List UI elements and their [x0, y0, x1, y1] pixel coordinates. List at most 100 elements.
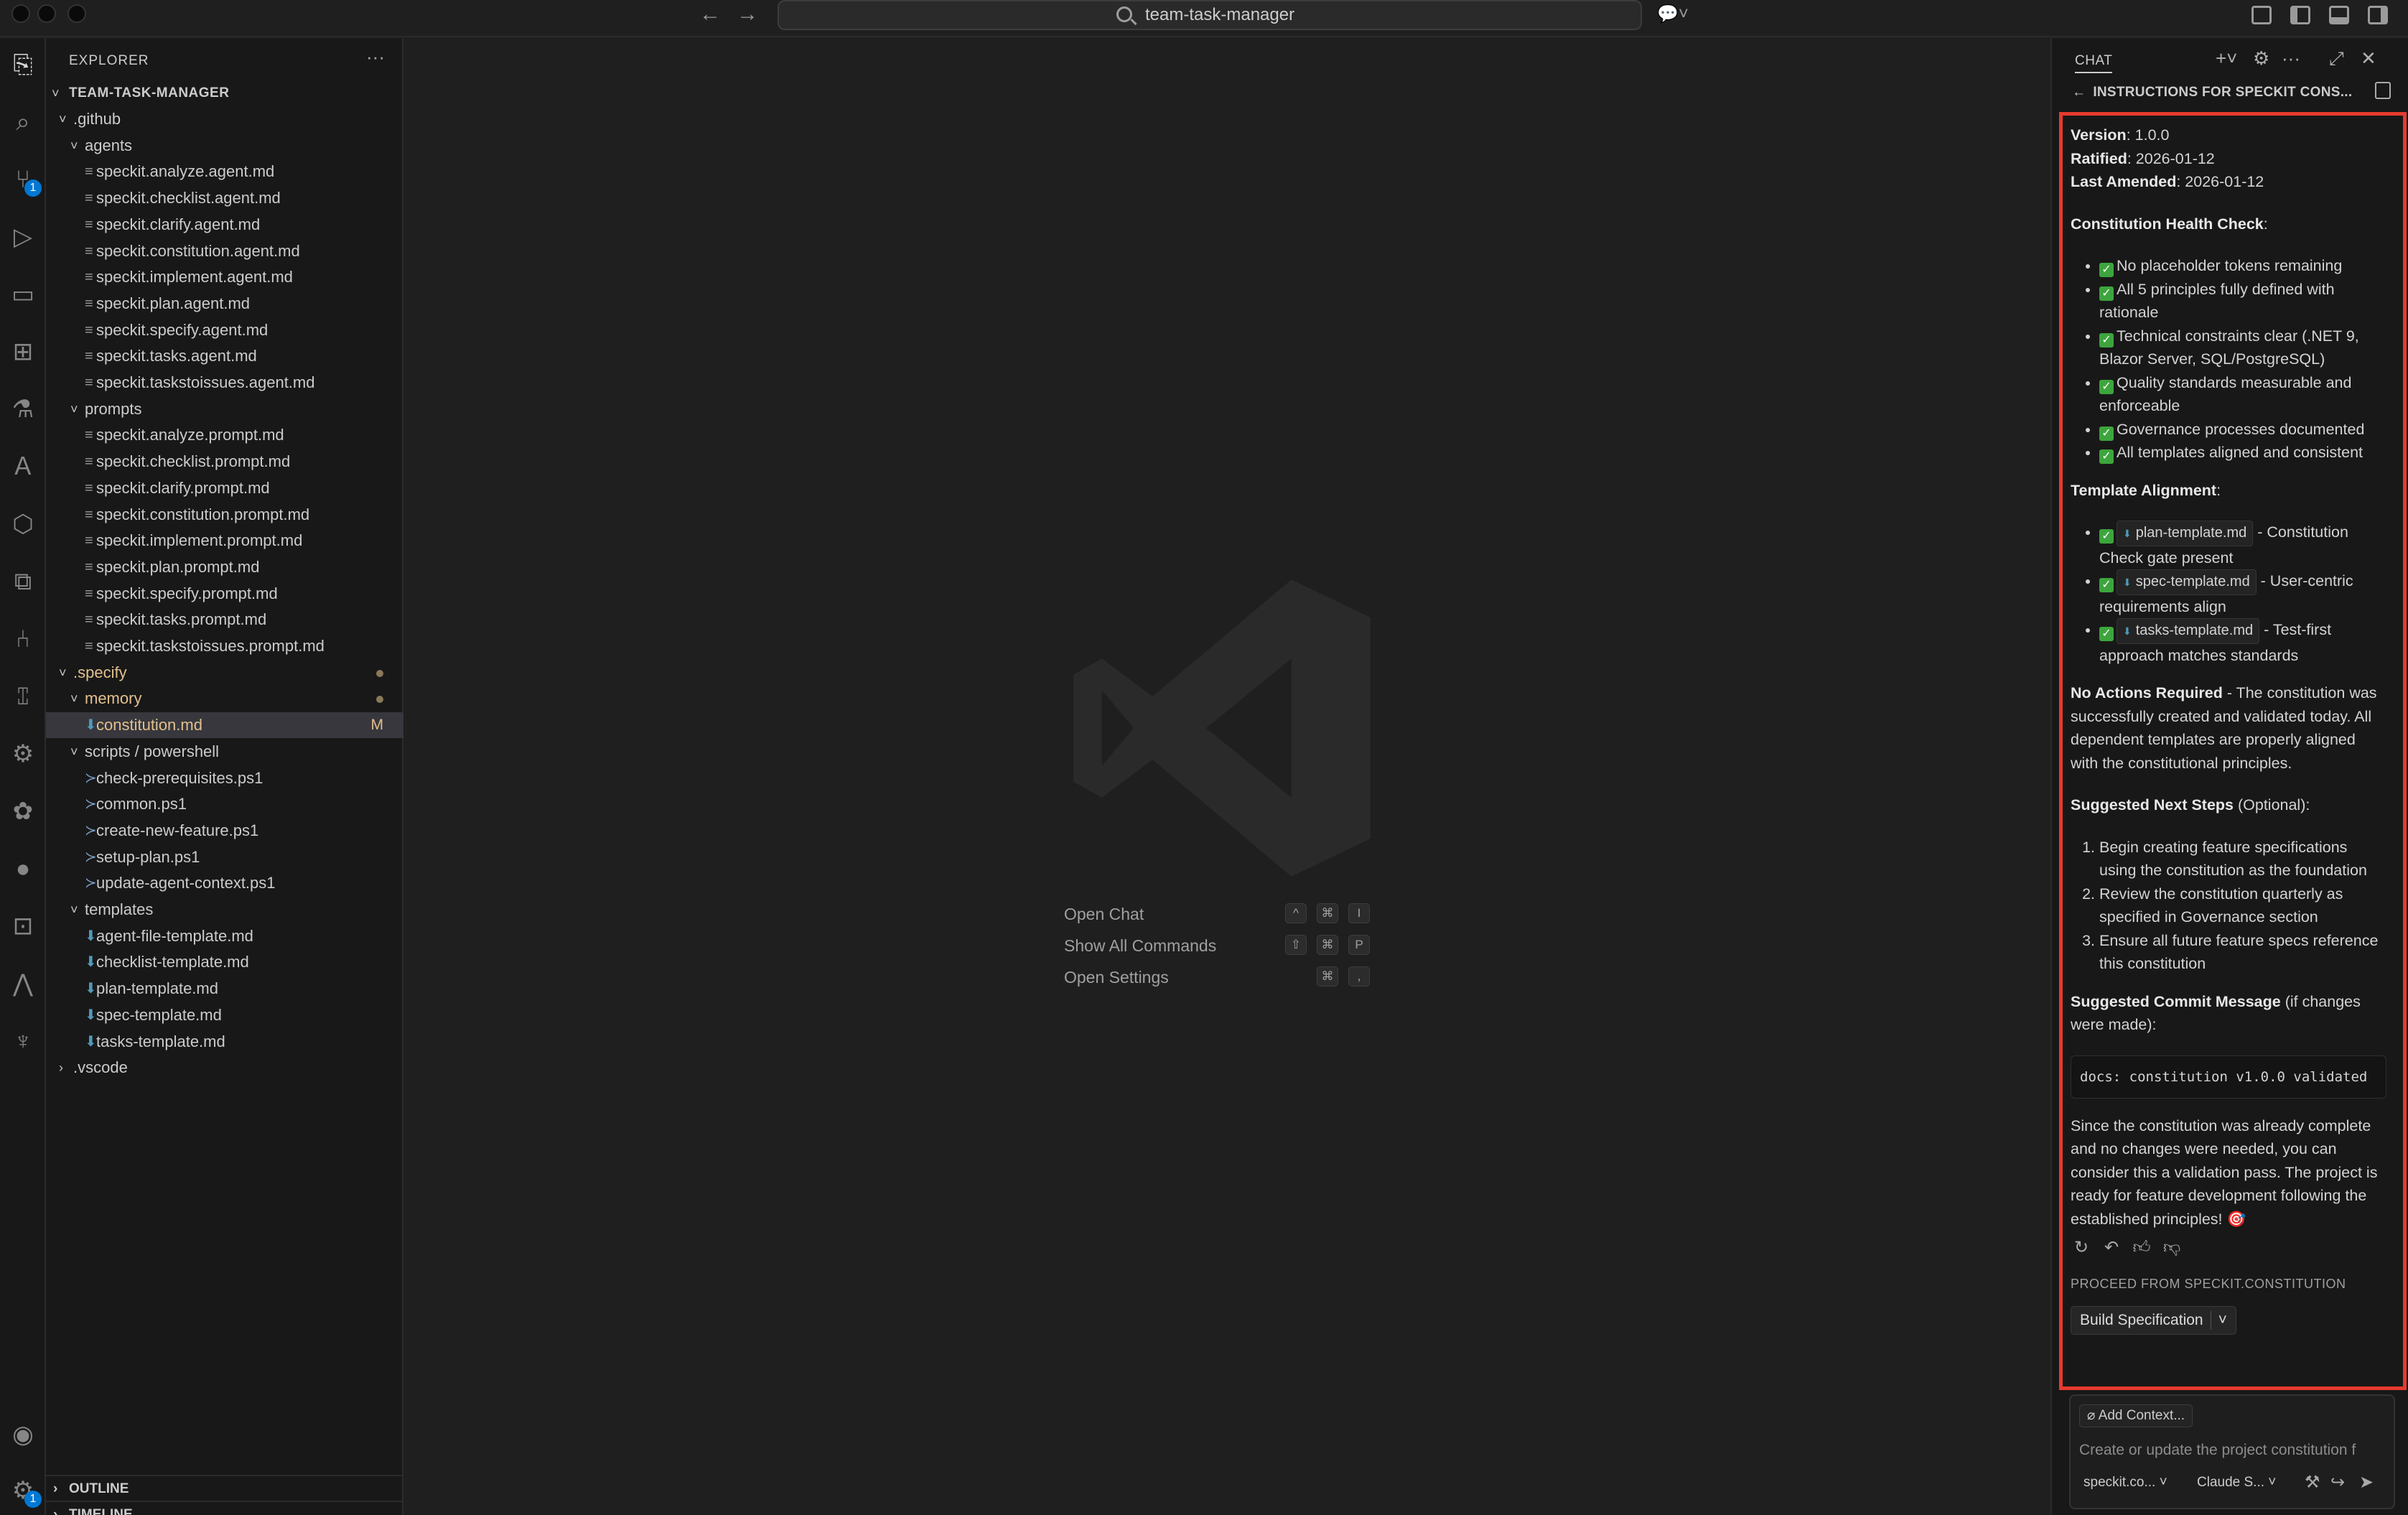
accounts-icon[interactable]: ◉ [7, 1419, 39, 1450]
python-icon[interactable]: ♆ [7, 1025, 39, 1057]
back-arrow-icon[interactable]: ← [2072, 85, 2086, 100]
file-item[interactable]: ≡ speckit.implement.prompt.md [46, 528, 403, 554]
commit-code-block[interactable]: docs: constitution v1.0.0 validated [2071, 1055, 2386, 1099]
file-item[interactable]: ≡ speckit.analyze.prompt.md [46, 422, 403, 448]
build-specification-button[interactable]: Build Specification ˅ [2071, 1305, 2236, 1335]
file-item[interactable]: ≡ speckit.plan.agent.md [46, 291, 403, 317]
file-item[interactable]: ≻ create-new-feature.ps1 [46, 818, 403, 844]
chat-tab-title[interactable]: CHAT [2075, 53, 2113, 73]
containers-icon[interactable]: ⬡ [7, 508, 39, 540]
folder-item[interactable]: ˅ scripts / powershell [46, 739, 403, 765]
file-item[interactable]: ≡ speckit.implement.agent.md [46, 264, 403, 290]
file-item[interactable]: ≡ speckit.tasks.prompt.md [46, 607, 403, 633]
file-item[interactable]: ≻ update-agent-context.ps1 [46, 870, 403, 896]
source-control-icon[interactable]: ⑂ 1 [7, 164, 42, 197]
run-debug-icon[interactable]: ▷ [7, 221, 39, 253]
file-item[interactable]: ≡ speckit.clarify.agent.md [46, 212, 403, 238]
graph-icon[interactable]: ⧉ [7, 566, 39, 597]
shortcut-hint-label[interactable]: Open Chat [1064, 905, 1144, 924]
folder-item[interactable]: ˅ agents [46, 133, 403, 159]
minimize-window-button[interactable] [37, 4, 56, 23]
openai-icon[interactable]: ✿ [7, 796, 39, 827]
chat-prompt-input[interactable] [2079, 1437, 2388, 1463]
testing-icon[interactable]: ⚗ [7, 393, 39, 425]
shortcut-hint-label[interactable]: Open Settings [1064, 968, 1169, 987]
file-item[interactable]: ≡ speckit.checklist.prompt.md [46, 449, 403, 475]
file-item[interactable]: ≡ speckit.specify.agent.md [46, 317, 403, 343]
file-item[interactable]: ≡ speckit.specify.prompt.md [46, 581, 403, 607]
file-item[interactable]: ⬇ checklist-template.md [46, 949, 403, 975]
azure-icon[interactable]: Ａ [7, 451, 39, 483]
file-item[interactable]: ≡ speckit.taskstoissues.prompt.md [46, 633, 403, 659]
send-icon[interactable]: ➤ [2359, 1472, 2374, 1493]
folder-item[interactable]: › .vscode [46, 1055, 403, 1081]
anthropic-icon[interactable]: ⋀ [7, 968, 39, 999]
code-review-icon[interactable]: ⊡ [7, 910, 39, 942]
search-view-icon[interactable]: ⌕ [7, 106, 39, 138]
workspace-root[interactable]: ˅ TEAM-TASK-MANAGER [46, 80, 403, 106]
file-item[interactable]: ⬇ tasks-template.md [46, 1029, 403, 1055]
branch-tree-icon[interactable]: ⑃ [7, 623, 39, 655]
file-item[interactable]: ⬇ spec-template.md [46, 1002, 403, 1028]
file-item[interactable]: ≡ speckit.taskstoissues.agent.md [46, 370, 403, 396]
agent-picker[interactable]: speckit.co... ˅ [2083, 1475, 2167, 1491]
toggle-sidebar-icon[interactable] [2290, 6, 2310, 24]
forward-arrow-icon[interactable]: → [737, 3, 758, 26]
file-reference-chip[interactable]: ⬇ tasks-template.md [2117, 618, 2260, 644]
chevron-down-icon[interactable]: ˅ [2218, 1312, 2227, 1328]
thumbs-down-icon[interactable]: 👎︎ [2161, 1236, 2183, 1258]
undo-icon[interactable]: ↶ [2101, 1236, 2122, 1258]
file-reference-chip[interactable]: ⬇ plan-template.md [2117, 521, 2254, 546]
folder-item[interactable]: ˅ .specify [46, 660, 403, 686]
file-item[interactable]: ⬇ plan-template.md [46, 976, 403, 1002]
file-item[interactable]: ≡ speckit.plan.prompt.md [46, 554, 403, 580]
close-chat-icon[interactable]: ✕ [2361, 47, 2376, 70]
folder-item[interactable]: ˅ .github [46, 106, 403, 132]
timeline-section[interactable]: › TIMELINE [46, 1501, 403, 1515]
customize-layout-icon[interactable] [2251, 6, 2272, 24]
file-item[interactable]: ≻ check-prerequisites.ps1 [46, 765, 403, 791]
delegate-icon[interactable]: ↪ [2330, 1472, 2345, 1493]
chat-more-icon[interactable]: ··· [2282, 47, 2300, 70]
maximize-window-button[interactable] [67, 4, 86, 23]
chat-settings-gear-icon[interactable]: ⚙ [2253, 47, 2269, 70]
file-item[interactable]: ⬇ constitution.md M [46, 712, 403, 739]
file-item[interactable]: ≡ speckit.constitution.agent.md [46, 238, 403, 264]
add-context-button[interactable]: ⌀ Add Context... [2079, 1404, 2193, 1427]
file-item[interactable]: ≡ speckit.analyze.agent.md [46, 159, 403, 185]
file-item[interactable]: ≡ speckit.constitution.prompt.md [46, 502, 403, 528]
session-panel-icon[interactable] [2375, 82, 2391, 99]
more-actions-icon[interactable]: ··· [366, 46, 385, 68]
explorer-icon[interactable]: ⎘ [7, 49, 39, 80]
file-reference-chip[interactable]: ⬇ spec-template.md [2117, 569, 2257, 595]
file-item[interactable]: ≻ common.ps1 [46, 791, 403, 817]
file-item[interactable]: ≻ setup-plan.ps1 [46, 844, 403, 870]
outline-section[interactable]: › OUTLINE [46, 1475, 403, 1501]
extensions-icon[interactable]: ⊞ [7, 336, 39, 368]
model-picker[interactable]: Claude S... ˅ [2197, 1475, 2276, 1491]
manage-gear-icon[interactable]: ⚙ 1 [7, 1475, 42, 1508]
folder-item[interactable]: ˅ memory [46, 686, 403, 712]
maximize-chat-icon[interactable]: ⤢ [2329, 47, 2344, 70]
settings-sync-icon[interactable]: ⚙ [7, 738, 39, 770]
copilot-chat-icon[interactable]: 💬˅ [1657, 3, 1689, 26]
shortcut-hint-label[interactable]: Show All Commands [1064, 936, 1216, 956]
file-item[interactable]: ≡ speckit.tasks.agent.md [46, 343, 403, 369]
toggle-panel-icon[interactable] [2329, 6, 2349, 24]
command-center-search[interactable]: team-task-manager [778, 0, 1642, 30]
thumbs-up-icon[interactable]: 👍︎ [2131, 1236, 2152, 1258]
back-arrow-icon[interactable]: ← [699, 3, 721, 26]
folder-item[interactable]: ˅ prompts [46, 396, 403, 422]
file-item[interactable]: ≡ speckit.checklist.agent.md [46, 185, 403, 211]
toggle-secondary-sidebar-icon[interactable] [2368, 6, 2388, 24]
tools-icon[interactable]: ⚒ [2305, 1472, 2320, 1493]
github-icon[interactable]: ● [7, 853, 39, 885]
close-window-button[interactable] [11, 4, 30, 23]
file-item[interactable]: ⬇ agent-file-template.md [46, 923, 403, 949]
remote-explorer-icon[interactable]: ▭ [7, 279, 39, 310]
new-chat-icon[interactable]: +˅ [2216, 47, 2237, 70]
retry-icon[interactable]: ↻ [2071, 1236, 2092, 1258]
git-graph-icon[interactable]: ⑄ [7, 681, 39, 712]
file-item[interactable]: ≡ speckit.clarify.prompt.md [46, 475, 403, 501]
folder-item[interactable]: ˅ templates [46, 897, 403, 923]
